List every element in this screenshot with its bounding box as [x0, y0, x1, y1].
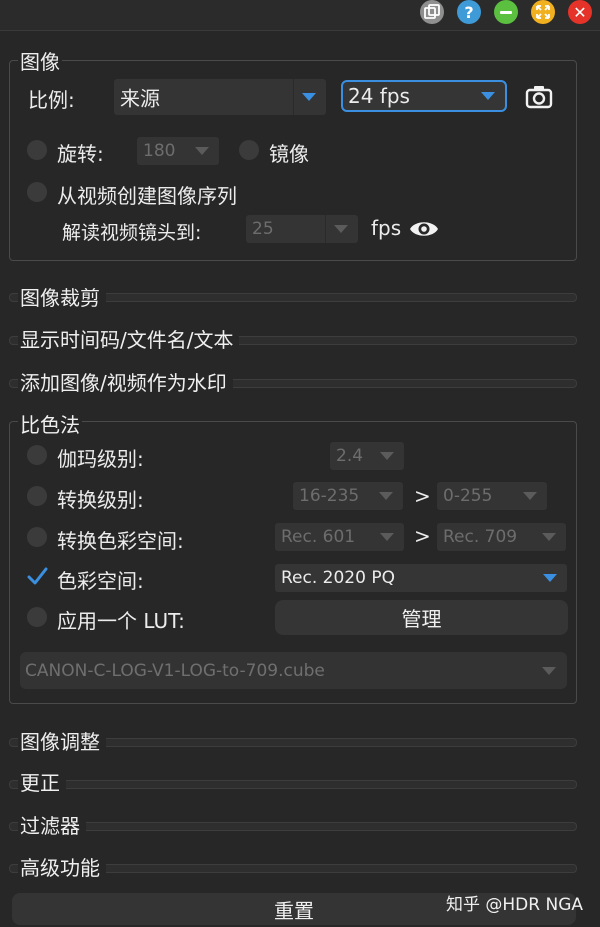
minimize-icon[interactable]: [494, 0, 518, 24]
image-crop-section[interactable]: 图像裁剪: [18, 282, 106, 311]
correction-section[interactable]: 更正: [18, 767, 66, 796]
help-icon[interactable]: ?: [457, 0, 481, 24]
source-select-value: 来源: [120, 86, 160, 111]
space-arrow: >: [414, 524, 431, 548]
chevron-down-icon: [380, 452, 394, 460]
eye-icon[interactable]: [409, 218, 439, 240]
manage-button[interactable]: 管理: [275, 600, 568, 635]
expand-icon[interactable]: [531, 0, 555, 24]
fps-select[interactable]: 24 fps: [341, 80, 507, 112]
mirror-radio[interactable]: [239, 140, 259, 160]
gamma-label: 伽玛级别:: [57, 447, 144, 471]
chevron-down-icon: [542, 666, 556, 675]
chevron-down-icon: [523, 492, 537, 500]
rotate-radio[interactable]: [27, 140, 47, 160]
space-from-value: Rec. 601: [281, 527, 356, 547]
filters-section[interactable]: 过滤器: [18, 810, 86, 839]
decode-fps-select[interactable]: 25: [246, 215, 358, 243]
filters-section-line[interactable]: [9, 822, 577, 831]
timecode-section[interactable]: 显示时间码/文件名/文本: [18, 324, 240, 353]
close-icon[interactable]: ✕: [568, 0, 592, 24]
fps-select-value: 24 fps: [348, 84, 410, 108]
chevron-down-icon: [481, 92, 495, 100]
chevron-down-icon: [302, 93, 316, 101]
chevron-down-icon: [379, 492, 393, 500]
image-group-title: 图像: [18, 46, 62, 75]
source-select[interactable]: 来源: [114, 79, 326, 115]
sequence-label: 从视频创建图像序列: [57, 184, 237, 208]
rotate-select-value: 180: [143, 141, 176, 161]
watermark-section[interactable]: 添加图像/视频作为水印: [18, 367, 233, 396]
lut-file-select[interactable]: CANON-C-LOG-V1-LOG-to-709.cube: [20, 652, 567, 689]
decode-label: 解读视频镜头到:: [62, 222, 202, 244]
color-space-value: Rec. 2020 PQ: [281, 568, 395, 588]
colorimetry-group-title: 比色法: [18, 409, 82, 438]
chevron-down-icon: [380, 533, 394, 541]
chevron-down-icon: [542, 533, 556, 541]
gamma-select-value: 2.4: [336, 446, 364, 466]
level-to-value: 0-255: [443, 486, 493, 506]
chevron-down-icon: [543, 574, 557, 582]
mirror-label: 镜像: [269, 142, 309, 166]
lut-file-value: CANON-C-LOG-V1-LOG-to-709.cube: [25, 660, 325, 681]
title-bar: ? ✕: [0, 0, 600, 31]
decode-fps-value: 25: [252, 219, 274, 239]
rotate-label: 旋转:: [57, 142, 104, 166]
color-space-checkbox[interactable]: [26, 565, 48, 587]
space-from-select[interactable]: Rec. 601: [275, 523, 404, 551]
chevron-down-icon: [195, 147, 209, 155]
clone-window-icon[interactable]: [420, 0, 444, 24]
lut-label: 应用一个 LUT:: [57, 609, 185, 633]
space-to-select[interactable]: Rec. 709: [437, 523, 566, 551]
watermark-text: 知乎 @HDR NGA: [446, 895, 584, 915]
level-to-select[interactable]: 0-255: [437, 482, 547, 510]
camera-icon[interactable]: [524, 82, 554, 112]
space-conversion-label: 转换色彩空间:: [57, 529, 184, 553]
level-from-select[interactable]: 16-235: [293, 482, 403, 510]
level-arrow: >: [414, 484, 431, 508]
fps-unit-label: fps: [371, 216, 402, 240]
ratio-label: 比例:: [28, 88, 75, 112]
lut-radio[interactable]: [27, 607, 47, 627]
space-conversion-radio[interactable]: [27, 527, 47, 547]
chevron-down-icon: [334, 225, 348, 233]
level-radio[interactable]: [27, 486, 47, 506]
gamma-select[interactable]: 2.4: [330, 442, 404, 470]
level-from-value: 16-235: [299, 486, 360, 506]
space-to-value: Rec. 709: [443, 527, 518, 547]
correction-section-line[interactable]: [9, 780, 577, 789]
image-adjust-section[interactable]: 图像调整: [18, 726, 106, 755]
color-space-label: 色彩空间:: [57, 569, 144, 593]
rotate-select[interactable]: 180: [137, 137, 219, 165]
gamma-radio[interactable]: [27, 445, 47, 465]
sequence-radio[interactable]: [27, 182, 47, 202]
advanced-section[interactable]: 高级功能: [18, 852, 106, 881]
level-label: 转换级别:: [57, 488, 144, 512]
color-space-select[interactable]: Rec. 2020 PQ: [275, 564, 567, 592]
